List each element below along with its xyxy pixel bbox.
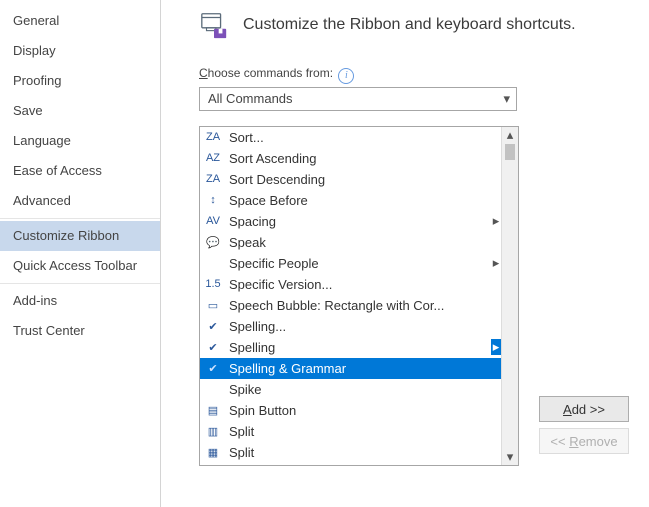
list-item[interactable]: ✔ Spelling & Grammar	[200, 358, 501, 379]
info-icon[interactable]: i	[338, 68, 354, 84]
list-item[interactable]: ▭ Speech Bubble: Rectangle with Cor...	[200, 295, 501, 316]
command-label: Sort Ascending	[229, 151, 483, 166]
list-item[interactable]: ↕ Space Before	[200, 190, 501, 211]
list-item[interactable]: AV Spacing ▸	[200, 211, 501, 232]
list-item[interactable]: ▦ Split	[200, 442, 501, 463]
sidebar-item-proofing[interactable]: Proofing	[0, 66, 160, 96]
main-pane: Customize the Ribbon and keyboard shortc…	[161, 0, 649, 507]
command-label: Spin Button	[229, 403, 483, 418]
sidebar-item-trust-center[interactable]: Trust Center	[0, 316, 160, 346]
command-icon: ▦	[205, 444, 221, 460]
combo-value: All Commands	[208, 91, 293, 106]
command-icon: AZ	[205, 150, 221, 166]
scroll-down-icon[interactable]: ▾	[502, 449, 518, 465]
command-label: Spelling & Grammar	[229, 361, 483, 376]
list-item[interactable]: ▦Split Cells...	[200, 463, 501, 465]
command-label: Speech Bubble: Rectangle with Cor...	[229, 298, 483, 313]
command-label: Spelling...	[229, 319, 483, 334]
command-icon: ZA	[205, 171, 221, 187]
command-icon: ✔	[205, 360, 221, 376]
sidebar-item-customize-ribbon[interactable]: Customize Ribbon	[0, 221, 160, 251]
command-icon: 1.5	[205, 276, 221, 292]
sidebar-item-language[interactable]: Language	[0, 126, 160, 156]
page-title: Customize the Ribbon and keyboard shortc…	[243, 16, 576, 34]
list-item[interactable]: ZA Sort Descending	[200, 169, 501, 190]
list-item[interactable]: ▥ Split	[200, 421, 501, 442]
category-sidebar: GeneralDisplayProofingSaveLanguageEase o…	[0, 0, 161, 507]
submenu-arrow-icon: ▸	[491, 339, 501, 355]
transfer-buttons: Add >> << Remove	[539, 396, 629, 454]
chevron-down-icon: ▾	[503, 91, 510, 107]
submenu-arrow-icon: ▸	[491, 213, 501, 229]
list-item[interactable]: ZA Sort...	[200, 127, 501, 148]
command-label: Specific People	[229, 256, 483, 271]
command-label: Sort...	[229, 130, 483, 145]
command-label: Speak	[229, 235, 483, 250]
sidebar-item-general[interactable]: General	[0, 6, 160, 36]
command-listbox[interactable]: ZA Sort... AZ Sort Ascending ZA Sort Descendi…	[199, 126, 519, 466]
sidebar-item-ease-of-access[interactable]: Ease of Access	[0, 156, 160, 186]
command-label: Space Before	[229, 193, 483, 208]
command-icon: ✔	[205, 339, 221, 355]
command-icon: ▭	[205, 297, 221, 313]
list-item[interactable]: Spike	[200, 379, 501, 400]
command-label: Sort Descending	[229, 172, 483, 187]
command-label: Split	[229, 445, 483, 460]
list-item[interactable]: ✔ Spelling ▸	[200, 337, 501, 358]
command-label: Spike	[229, 382, 483, 397]
command-icon: ▥	[205, 423, 221, 439]
command-label: Specific Version...	[229, 277, 483, 292]
command-icon	[205, 255, 221, 271]
scrollbar[interactable]: ▴ ▾	[501, 127, 518, 465]
command-icon: 💬	[205, 234, 221, 250]
scroll-thumb[interactable]	[505, 144, 515, 160]
command-icon: AV	[205, 213, 221, 229]
command-icon: ▤	[205, 402, 221, 418]
submenu-arrow-icon: ▸	[491, 255, 501, 271]
list-item[interactable]: Specific People ▸	[200, 253, 501, 274]
list-item[interactable]: 💬 Speak	[200, 232, 501, 253]
sidebar-item-add-ins[interactable]: Add-ins	[0, 286, 160, 316]
command-icon: ZA	[205, 129, 221, 145]
remove-button: << Remove	[539, 428, 629, 454]
choose-commands-combo[interactable]: All Commands ▾	[199, 87, 517, 111]
main-icon	[199, 10, 229, 40]
command-icon: ✔	[205, 318, 221, 334]
command-label: Split	[229, 424, 483, 439]
add-button[interactable]: Add >>	[539, 396, 629, 422]
sidebar-item-display[interactable]: Display	[0, 36, 160, 66]
command-icon: ↕	[205, 192, 221, 208]
list-item[interactable]: ▤ Spin Button	[200, 400, 501, 421]
scroll-up-icon[interactable]: ▴	[502, 127, 518, 143]
divider	[0, 218, 160, 219]
command-icon	[205, 381, 221, 397]
list-item[interactable]: ✔ Spelling...	[200, 316, 501, 337]
list-item[interactable]: AZ Sort Ascending	[200, 148, 501, 169]
sidebar-item-quick-access-toolbar[interactable]: Quick Access Toolbar	[0, 251, 160, 281]
options-dialog: GeneralDisplayProofingSaveLanguageEase o…	[0, 0, 649, 507]
list-item[interactable]: 1.5 Specific Version...	[200, 274, 501, 295]
sidebar-item-advanced[interactable]: Advanced	[0, 186, 160, 216]
choose-label: Choose commands from: i	[199, 66, 645, 83]
command-label: Spacing	[229, 214, 483, 229]
sidebar-item-save[interactable]: Save	[0, 96, 160, 126]
command-label: Spelling	[229, 340, 483, 355]
header: Customize the Ribbon and keyboard shortc…	[199, 10, 645, 40]
divider	[0, 283, 160, 284]
